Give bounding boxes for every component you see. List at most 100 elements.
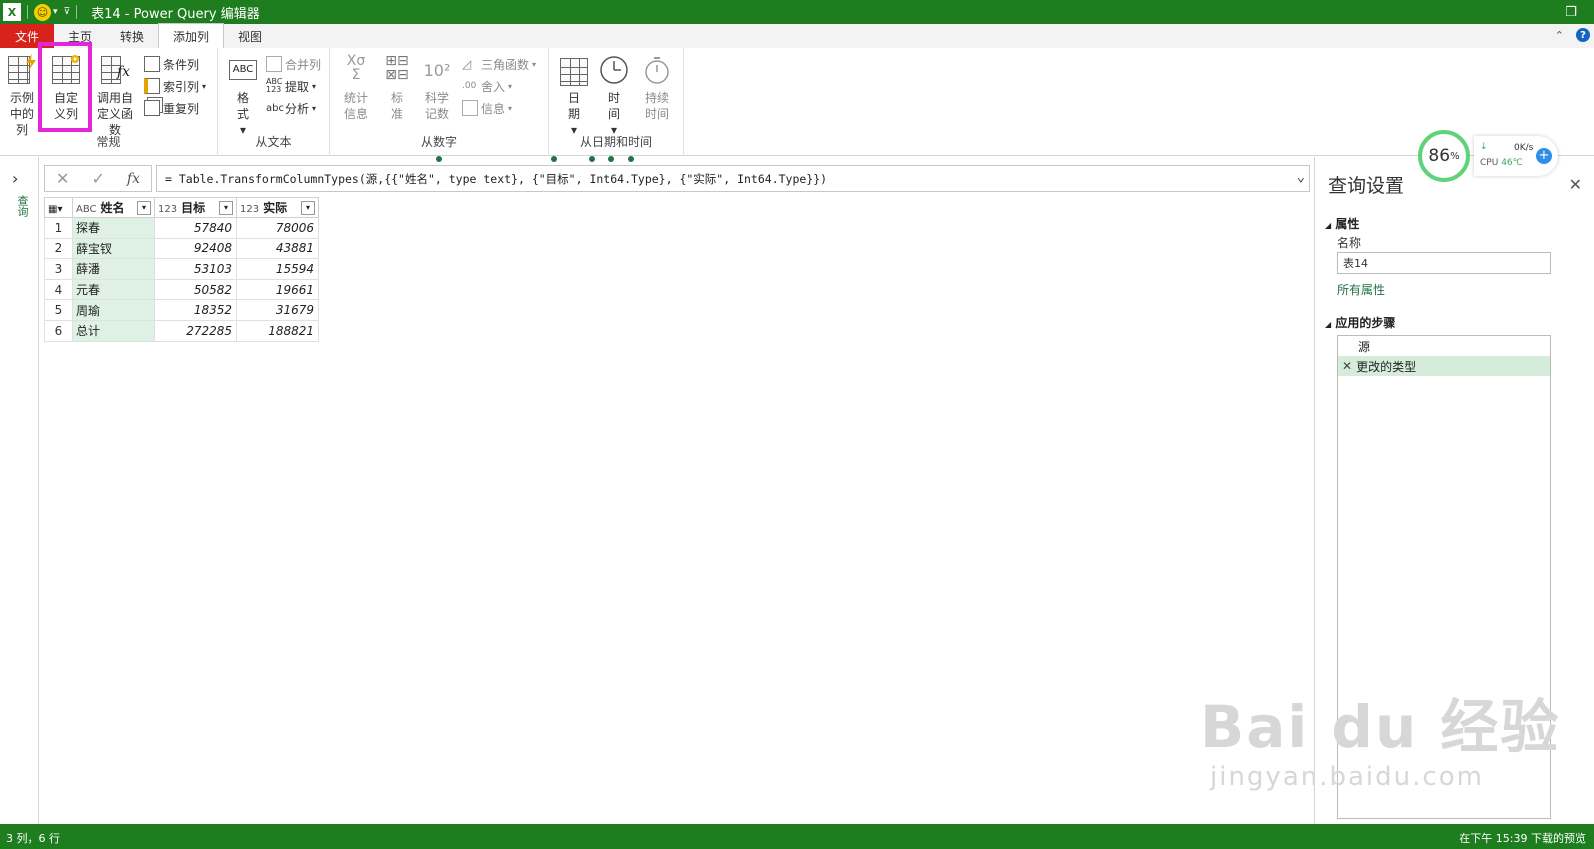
rounding-icon: .00: [462, 81, 477, 91]
step-source[interactable]: 源: [1338, 336, 1550, 356]
merge-columns-button[interactable]: 合并列: [266, 54, 321, 74]
cell-actual[interactable]: 31679: [236, 299, 319, 321]
cpu-usage-ring: 86%: [1418, 130, 1470, 182]
delete-step-icon[interactable]: ✕: [1342, 359, 1352, 373]
queries-label[interactable]: 查询: [14, 195, 30, 217]
cell-target[interactable]: 272285: [154, 319, 237, 342]
all-properties-link[interactable]: 所有属性: [1337, 281, 1385, 298]
expand-formula-icon[interactable]: ⌄: [1297, 169, 1305, 185]
time-button[interactable]: 时间▾: [597, 54, 631, 138]
cell-actual[interactable]: 78006: [236, 217, 319, 239]
trigonometry-button[interactable]: ◿ 三角函数 ▾: [462, 54, 536, 74]
information-button[interactable]: 信息 ▾: [462, 98, 512, 118]
cpu-info-box: ↓ 0K/s CPU 46℃ +: [1474, 136, 1558, 176]
chevron-down-icon: ▾: [312, 103, 317, 113]
cpu-monitor-widget[interactable]: 86% ↓ 0K/s CPU 46℃ +: [1418, 130, 1558, 182]
row-col-count: 3 列，6 行: [6, 832, 60, 845]
duplicate-column-button[interactable]: 重复列: [144, 98, 199, 118]
confirm-formula-icon[interactable]: ✓: [91, 169, 104, 188]
duration-button[interactable]: 持续时间: [637, 54, 677, 122]
extract-button[interactable]: ABC 123 提取 ▾: [266, 76, 316, 96]
conditional-column-icon: [144, 56, 160, 72]
example-column-label: 示例中的列: [9, 91, 34, 137]
row-number: 4: [44, 278, 73, 301]
close-icon[interactable]: ✕: [1569, 175, 1582, 194]
title-bar: X ☺ ▾ ⊽ 表14 - Power Query 编辑器 ❐: [0, 0, 1594, 24]
step-label: 源: [1358, 339, 1371, 354]
cell-actual[interactable]: 188821: [236, 319, 319, 342]
filter-dropdown-icon[interactable]: ▾: [301, 201, 315, 215]
format-button[interactable]: ABC 格式▾: [226, 54, 260, 138]
standard-button[interactable]: ⊞⊟ ⊠⊟ 标准: [380, 54, 414, 122]
invoke-custom-function-button[interactable]: fx 调用自定义函数: [92, 54, 138, 138]
column-header-actual[interactable]: 123 实际 ▾: [236, 197, 319, 218]
filter-dropdown-icon[interactable]: ▾: [137, 201, 151, 215]
table-menu-icon[interactable]: ▦▾: [48, 204, 62, 215]
table-menu-cell[interactable]: ▦▾: [44, 197, 73, 218]
cell-name[interactable]: 总计: [72, 319, 155, 342]
type-integer-icon[interactable]: 123: [240, 204, 259, 215]
cell-target[interactable]: 18352: [154, 299, 237, 321]
scientific-button[interactable]: 10² 科学记数: [420, 54, 454, 122]
step-label: 更改的类型: [1356, 359, 1417, 374]
properties-section-label: 属性: [1335, 217, 1360, 231]
function-icon: fx: [99, 54, 131, 86]
duplicate-column-label: 重复列: [163, 101, 200, 116]
tab-transform[interactable]: 转换: [106, 24, 158, 48]
add-icon[interactable]: +: [1536, 148, 1552, 164]
chevron-down-icon[interactable]: ▾: [53, 7, 58, 17]
custom-column-highlight: [38, 42, 92, 132]
parse-button[interactable]: abc 分析 ▾: [266, 98, 316, 118]
window-title: 表14 - Power Query 编辑器: [91, 6, 260, 22]
clock-icon: [598, 54, 630, 86]
filter-dropdown-icon[interactable]: ▾: [219, 201, 233, 215]
column-header-target[interactable]: 123 目标 ▾: [154, 197, 237, 218]
type-integer-icon[interactable]: 123: [158, 204, 177, 215]
rounding-button[interactable]: .00 舍入 ▾: [462, 76, 512, 96]
cell-target[interactable]: 50582: [154, 278, 237, 301]
cell-name[interactable]: 薛潘: [72, 258, 155, 280]
date-label: 日期▾: [567, 91, 580, 137]
chevron-down-icon: ▾: [508, 81, 513, 91]
cell-name[interactable]: 元春: [72, 278, 155, 301]
parse-icon: abc: [266, 102, 284, 114]
tab-add-column[interactable]: 添加列: [158, 23, 225, 48]
duplicate-column-icon: [144, 100, 160, 116]
cell-name[interactable]: 薛宝钗: [72, 237, 155, 260]
cell-actual[interactable]: 19661: [236, 278, 319, 301]
smiley-feedback-icon[interactable]: ☺: [34, 3, 51, 21]
trigonometry-label: 三角函数: [481, 57, 530, 72]
help-icon[interactable]: ?: [1576, 28, 1590, 42]
date-button[interactable]: 日期▾: [557, 54, 591, 138]
cancel-formula-icon[interactable]: ✕: [56, 169, 69, 188]
cell-name[interactable]: 周瑜: [72, 299, 155, 321]
function-icon[interactable]: fx: [127, 171, 140, 187]
cell-name[interactable]: 探春: [72, 217, 155, 239]
formula-bar[interactable]: = Table.TransformColumnTypes(源,{{"姓名", t…: [156, 165, 1310, 192]
properties-section[interactable]: ◢ 属性: [1325, 215, 1359, 232]
type-text-icon[interactable]: ABC: [76, 204, 97, 215]
index-column-button[interactable]: 索引列 ▾: [144, 76, 206, 96]
ribbon-dot: [589, 156, 595, 162]
tab-view[interactable]: 视图: [224, 24, 276, 48]
expand-queries-icon[interactable]: ›: [12, 169, 18, 188]
group-from-text-label: 从文本: [255, 135, 292, 149]
cell-target[interactable]: 92408: [154, 237, 237, 260]
information-icon: [462, 100, 478, 116]
query-name-input[interactable]: 表14: [1337, 252, 1551, 274]
conditional-column-button[interactable]: 条件列: [144, 54, 199, 74]
step-changed-type[interactable]: ✕ 更改的类型: [1338, 356, 1550, 376]
example-column-button[interactable]: 示例中的列: [4, 54, 40, 138]
standard-label: 标准: [390, 91, 403, 121]
cell-actual[interactable]: 15594: [236, 258, 319, 280]
collapse-ribbon-icon[interactable]: ⌃: [1555, 29, 1564, 42]
restore-window-button[interactable]: ❐: [1548, 0, 1594, 24]
quick-access-customize-icon[interactable]: ⊽: [64, 7, 71, 17]
parse-label: 分析: [285, 101, 310, 116]
cell-target[interactable]: 53103: [154, 258, 237, 280]
column-header-name[interactable]: ABC 姓名 ▾: [72, 197, 155, 218]
cell-target[interactable]: 57840: [154, 217, 237, 239]
applied-steps-section[interactable]: ◢ 应用的步骤: [1325, 314, 1395, 331]
statistics-button[interactable]: Xσ Σ 统计信息: [336, 54, 376, 122]
cell-actual[interactable]: 43881: [236, 237, 319, 260]
